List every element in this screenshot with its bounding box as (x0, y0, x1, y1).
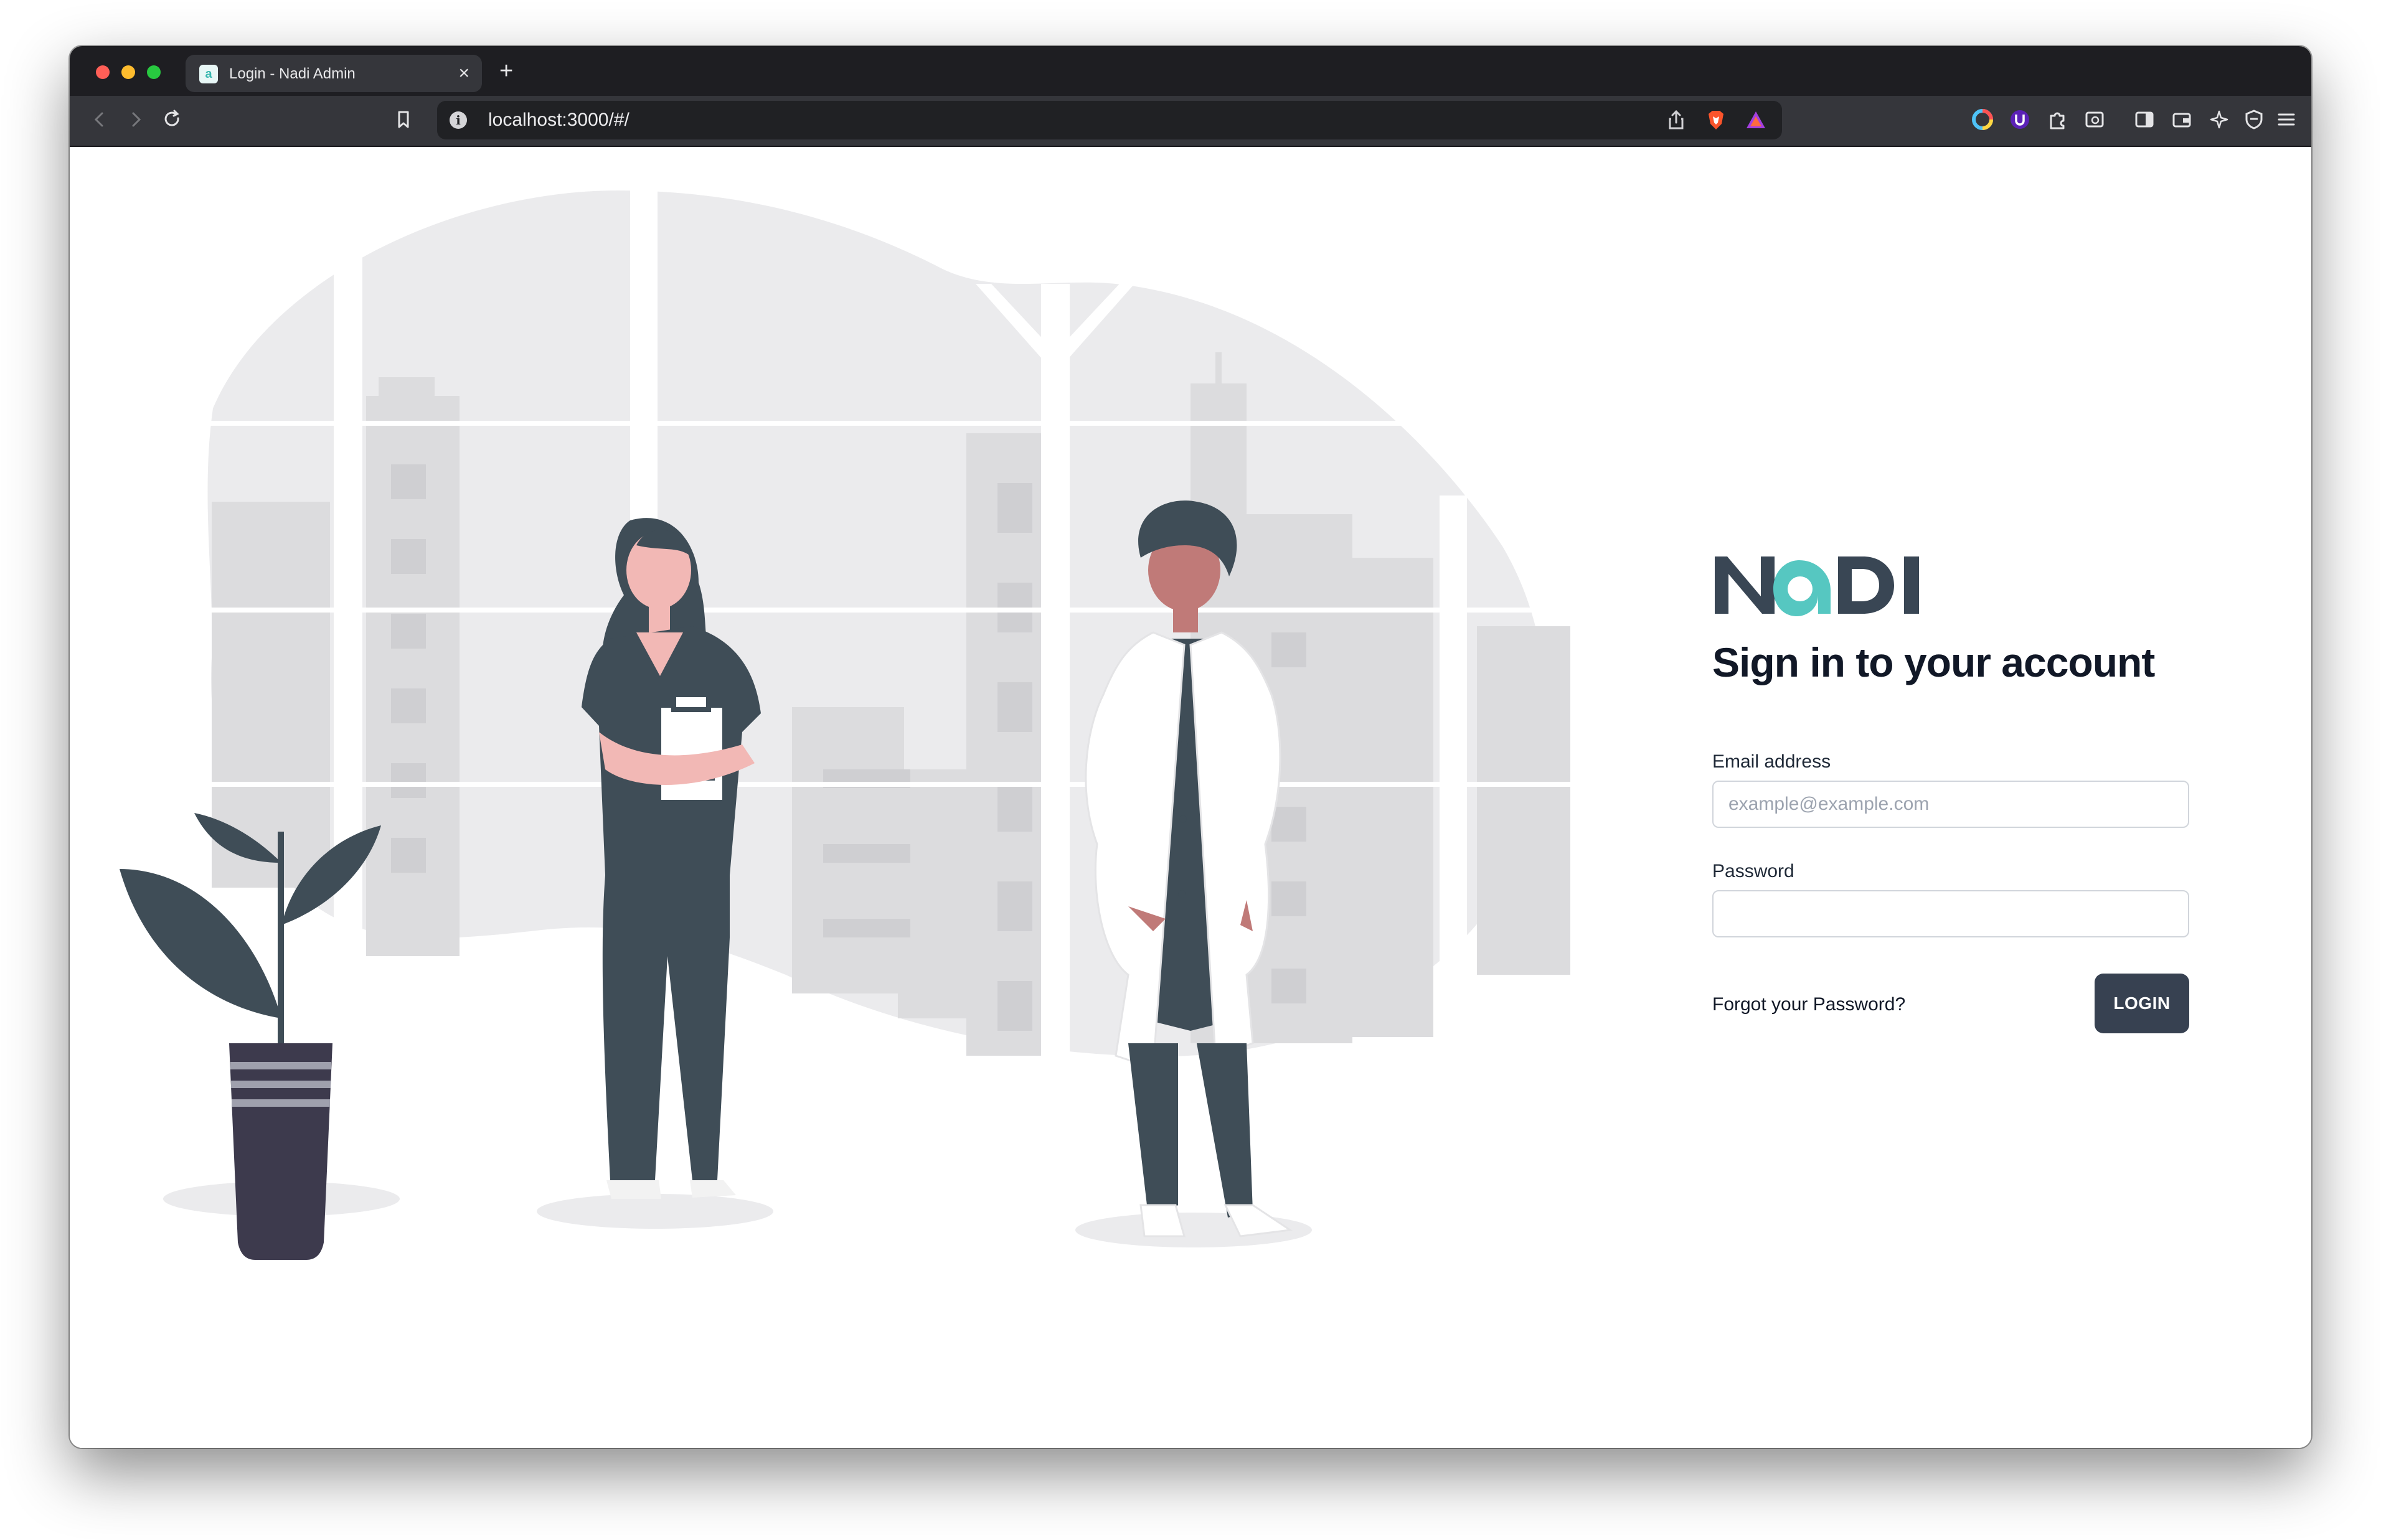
browser-toolbar: i localhost:3000/#/ (70, 96, 2311, 147)
email-label: Email address (1712, 751, 1831, 772)
tab-favicon-icon: a (199, 65, 218, 83)
login-button[interactable]: LOGIN (2095, 974, 2189, 1033)
sidebar-toggle-icon[interactable] (2132, 107, 2157, 132)
new-tab-button[interactable]: + (499, 57, 513, 85)
bookmark-icon[interactable] (391, 107, 416, 132)
page-content: Sign in to your account Email address Pa… (70, 147, 2311, 1448)
login-form: Sign in to your account Email address Pa… (1712, 552, 2192, 1033)
browser-tab[interactable]: a Login - Nadi Admin × (186, 55, 482, 92)
back-icon[interactable] (87, 107, 112, 132)
forgot-password-link[interactable]: Forgot your Password? (1712, 993, 1905, 1016)
address-bar[interactable]: i localhost:3000/#/ (437, 101, 1782, 139)
extensions-icon[interactable] (2045, 107, 2070, 132)
menu-icon[interactable] (2274, 107, 2299, 132)
vpn-shield-icon[interactable] (2242, 107, 2266, 132)
leo-ai-icon[interactable] (2207, 107, 2232, 132)
brave-rewards-icon[interactable] (1743, 108, 1768, 133)
medical-staff-illustration (120, 190, 1626, 1260)
password-label: Password (1712, 861, 1794, 881)
share-icon[interactable] (1664, 108, 1689, 133)
nadi-logo (1715, 556, 1919, 616)
forward-icon[interactable] (123, 107, 148, 132)
url-text[interactable]: localhost:3000/#/ (488, 110, 629, 131)
tab-title: Login - Nadi Admin (229, 65, 356, 82)
reload-icon[interactable] (159, 107, 184, 132)
site-info-icon[interactable]: i (450, 111, 467, 129)
minimize-window-button[interactable] (121, 65, 135, 79)
ublock-icon[interactable] (2007, 107, 2032, 132)
email-field[interactable] (1712, 781, 2189, 828)
screenshot-icon[interactable] (2082, 107, 2107, 132)
password-field[interactable] (1712, 890, 2189, 937)
wallet-icon[interactable] (2169, 107, 2194, 132)
close-window-button[interactable] (96, 65, 110, 79)
browser-window: a Login - Nadi Admin × + i localhost:300… (70, 46, 2311, 1448)
close-tab-icon[interactable]: × (458, 62, 469, 85)
maximize-window-button[interactable] (147, 65, 161, 79)
tab-strip: a Login - Nadi Admin × + (70, 46, 2311, 96)
color-extension-icon[interactable] (1970, 107, 1995, 132)
brave-shield-icon[interactable] (1704, 108, 1728, 133)
page-title: Sign in to your account (1712, 639, 2155, 685)
